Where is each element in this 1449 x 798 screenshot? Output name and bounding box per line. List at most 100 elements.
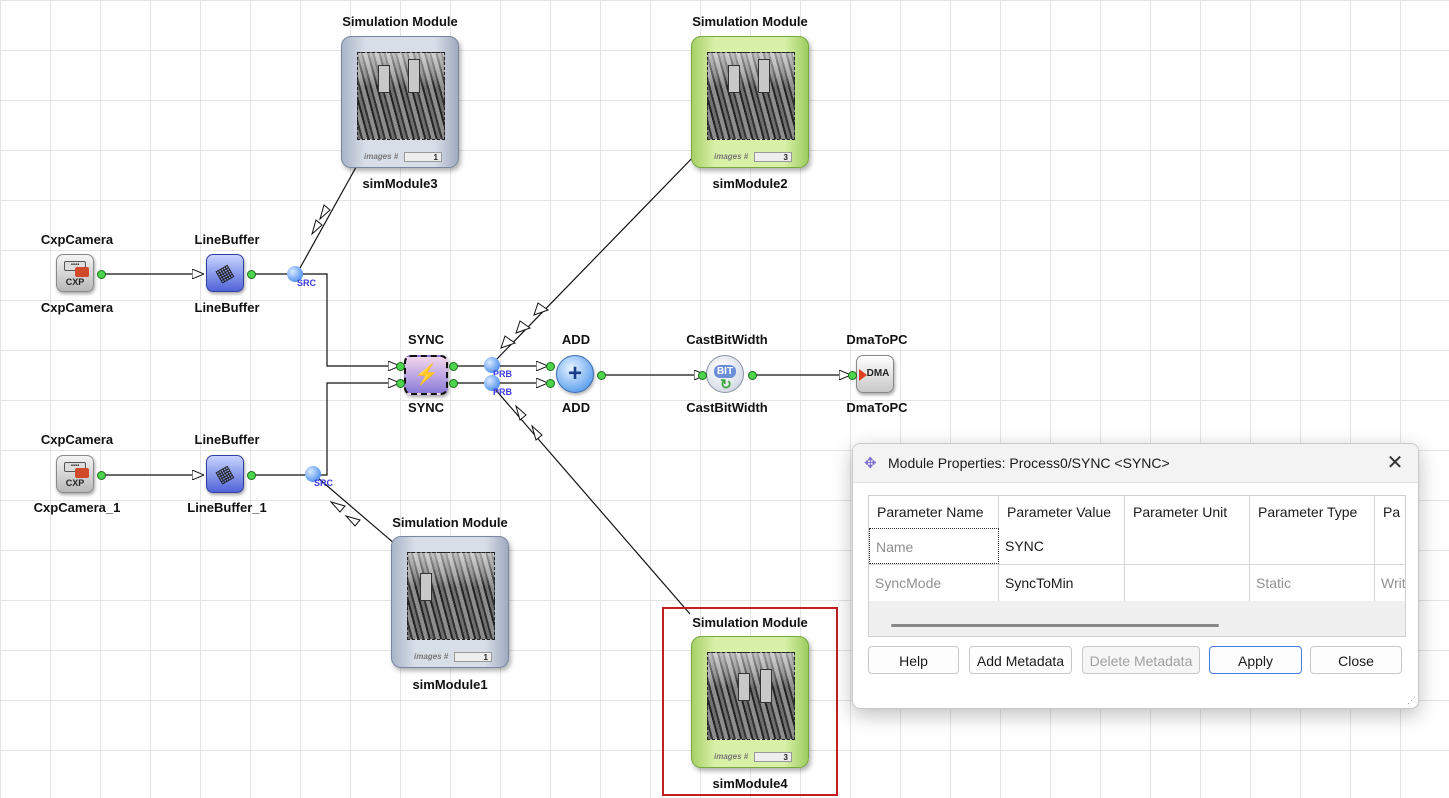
arrowhead <box>500 335 517 349</box>
column-header[interactable]: Parameter Value <box>999 496 1125 528</box>
images-count: 1 <box>404 152 442 162</box>
table-row[interactable]: SyncMode SyncToMin Static Writ <box>869 565 1405 601</box>
building-shape <box>378 65 390 93</box>
building-shape <box>408 59 420 93</box>
simmodule3-title: Simulation Module <box>342 14 458 29</box>
delete-metadata-button[interactable]: Delete Metadata <box>1082 646 1200 674</box>
parameter-access-cell[interactable]: Writ <box>1375 565 1405 601</box>
column-header[interactable]: Parameter Unit <box>1125 496 1250 528</box>
linebuffer-title: LineBuffer <box>194 232 260 247</box>
simmodule2-module[interactable]: images # 3 <box>691 36 809 168</box>
horizontal-scrollbar[interactable] <box>891 624 1219 627</box>
dma-icon-label: DMA <box>866 368 890 379</box>
cxp-icon-label: CXP <box>65 277 85 287</box>
building-shape <box>420 573 432 601</box>
preview-image <box>357 52 445 140</box>
parameter-access-cell[interactable] <box>1375 528 1405 564</box>
wire-prb2-sim4 <box>493 387 691 615</box>
images-count: 3 <box>754 752 792 762</box>
arrowhead <box>515 320 532 334</box>
parameter-unit-cell[interactable] <box>1125 528 1250 564</box>
simmodule1-title: Simulation Module <box>392 515 508 530</box>
close-button[interactable]: Close <box>1310 646 1402 674</box>
camera-chip-icon <box>75 468 89 478</box>
lightning-icon: ⚡ <box>414 364 439 386</box>
arrowhead <box>344 515 361 527</box>
parameter-unit-cell[interactable] <box>1125 565 1250 601</box>
sync-name: SYNC <box>407 400 445 415</box>
dialog-title-bar[interactable]: ✥ Module Properties: Process0/SYNC <SYNC… <box>853 444 1418 483</box>
cxpcamera-name: CxpCamera <box>40 300 114 315</box>
input-port[interactable] <box>396 379 405 388</box>
preview-image <box>707 652 795 740</box>
input-port[interactable] <box>848 371 857 380</box>
building-shape <box>760 669 772 703</box>
input-port[interactable] <box>546 362 555 371</box>
input-port[interactable] <box>396 362 405 371</box>
parameter-type-cell[interactable]: Static <box>1250 565 1375 601</box>
help-button[interactable]: Help <box>868 646 959 674</box>
column-header[interactable]: Parameter Type <box>1250 496 1375 528</box>
linebuffer-1-name: LineBuffer_1 <box>187 500 267 515</box>
parameter-table[interactable]: Parameter Name Parameter Value Parameter… <box>868 495 1406 637</box>
output-port[interactable] <box>449 379 458 388</box>
wire-sim1-src2 <box>317 477 403 551</box>
images-label: images # <box>714 752 749 761</box>
simmodule2-name: simModule2 <box>712 176 788 191</box>
output-port[interactable] <box>97 471 106 480</box>
arrowhead <box>531 424 543 441</box>
output-port[interactable] <box>597 371 606 380</box>
simmodule1-module[interactable]: images # 1 <box>391 536 509 668</box>
simmodule4-title: Simulation Module <box>692 615 808 630</box>
table-row[interactable]: Name SYNC <box>869 528 1405 565</box>
output-port[interactable] <box>247 471 256 480</box>
table-header: Parameter Name Parameter Value Parameter… <box>869 496 1405 528</box>
dmatopc-module[interactable]: DMA <box>856 355 894 393</box>
cxpcamera-1-module[interactable]: ▪▪▪▪ CXP <box>56 455 94 493</box>
parameter-value-cell[interactable]: SYNC <box>999 528 1125 564</box>
output-port[interactable] <box>748 371 757 380</box>
output-port[interactable] <box>449 362 458 371</box>
simmodule3-module[interactable]: images # 1 <box>341 36 459 168</box>
images-count: 1 <box>454 652 492 662</box>
simmodule1-name: simModule1 <box>412 677 488 692</box>
simmodule4-module[interactable]: images # 3 <box>691 636 809 768</box>
parameter-name-cell[interactable]: SyncMode <box>869 565 999 601</box>
prb-tag: PRB <box>493 387 513 397</box>
column-header[interactable]: Parameter Name <box>869 496 999 528</box>
add-metadata-button[interactable]: Add Metadata <box>969 646 1072 674</box>
input-port[interactable] <box>546 379 555 388</box>
building-shape <box>728 65 740 93</box>
sync-title: SYNC <box>407 332 445 347</box>
wire-src2-sync <box>314 383 399 476</box>
dmatopc-title: DmaToPC <box>846 332 908 347</box>
sync-module[interactable]: ⚡ <box>404 355 448 395</box>
output-port[interactable] <box>247 270 256 279</box>
dmatopc-name: DmaToPC <box>846 400 908 415</box>
images-label: images # <box>364 152 399 161</box>
linebuffer-module[interactable]: ▦ <box>206 254 244 292</box>
preview-image <box>407 552 495 640</box>
parameter-value-cell[interactable]: SyncToMin <box>999 565 1125 601</box>
cxpcamera-module[interactable]: ▪▪▪▪ CXP <box>56 254 94 292</box>
memory-chip-icon: ▦ <box>211 260 237 286</box>
close-icon[interactable]: ✕ <box>1384 450 1406 475</box>
add-module[interactable]: + <box>556 355 594 393</box>
apply-button[interactable]: Apply <box>1209 646 1302 674</box>
images-label: images # <box>414 652 449 661</box>
building-shape <box>738 673 750 701</box>
linebuffer-1-module[interactable]: ▦ <box>206 455 244 493</box>
arrowhead <box>329 501 346 513</box>
add-title: ADD <box>561 332 591 347</box>
resize-grip-icon[interactable]: ⋰ <box>1407 695 1416 706</box>
column-header[interactable]: Pa <box>1375 496 1405 528</box>
simmodule2-title: Simulation Module <box>692 14 808 29</box>
output-port[interactable] <box>97 270 106 279</box>
parameter-type-cell[interactable] <box>1250 528 1375 564</box>
input-port[interactable] <box>698 371 707 380</box>
castbitwidth-module[interactable]: BIT ↻ <box>706 355 744 393</box>
module-properties-dialog[interactable]: ✥ Module Properties: Process0/SYNC <SYNC… <box>852 443 1419 709</box>
parameter-name-cell[interactable]: Name <box>869 528 999 564</box>
src-tag: SRC <box>314 478 334 488</box>
simmodule4-name: simModule4 <box>712 776 788 791</box>
